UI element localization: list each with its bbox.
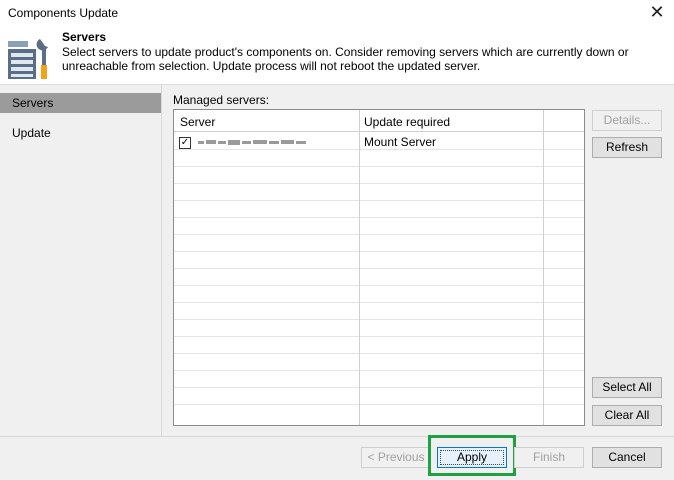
update-required-value: Mount Server <box>364 135 437 149</box>
column-header-update-required[interactable]: Update required <box>364 115 450 129</box>
managed-servers-label: Managed servers: <box>173 93 270 107</box>
row-checkbox[interactable]: ✓ <box>179 137 191 149</box>
managed-servers-table[interactable]: Server Update required ✓ Mount Server <box>173 109 585 426</box>
focus-rectangle <box>440 450 504 465</box>
sidebar-item-servers[interactable]: Servers <box>0 93 161 113</box>
table-grid-lines <box>174 110 584 425</box>
details-button[interactable]: Details... <box>592 110 662 131</box>
window-title: Components Update <box>8 6 119 20</box>
redacted-server-name <box>198 140 306 145</box>
clear-all-button[interactable]: Clear All <box>592 405 662 426</box>
select-all-button[interactable]: Select All <box>592 377 662 398</box>
wizard-steps-sidebar: Servers Update <box>0 85 162 436</box>
main-content: Managed servers: Server Update required … <box>162 85 674 436</box>
cancel-button[interactable]: Cancel <box>592 447 662 468</box>
page-title: Servers <box>62 30 107 44</box>
checkmark-icon: ✓ <box>180 137 190 148</box>
refresh-button[interactable]: Refresh <box>592 137 662 158</box>
title-bar: Components Update ✕ <box>0 0 674 26</box>
page-description: Select servers to update product's compo… <box>62 45 629 73</box>
wizard-header: Servers Select servers to update product… <box>0 26 674 85</box>
previous-button[interactable]: < Previous <box>361 447 431 468</box>
sidebar-item-update[interactable]: Update <box>0 123 161 143</box>
close-icon[interactable]: ✕ <box>646 2 668 22</box>
finish-button[interactable]: Finish <box>514 447 584 468</box>
column-header-server[interactable]: Server <box>180 115 215 129</box>
apply-button[interactable]: Apply <box>437 447 507 468</box>
server-tools-icon <box>8 39 48 79</box>
